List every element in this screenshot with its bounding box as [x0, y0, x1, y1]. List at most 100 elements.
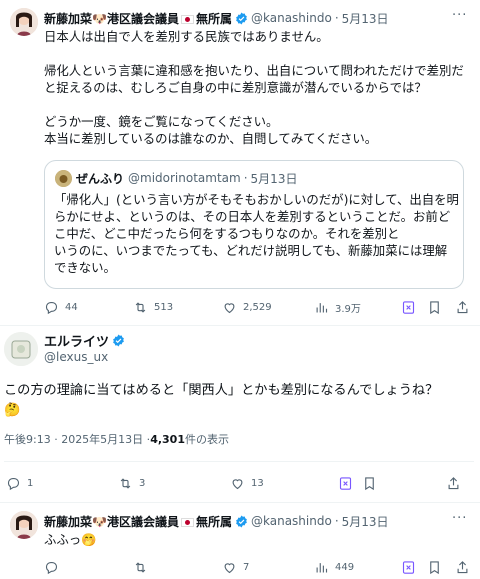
repost-button[interactable] — [133, 560, 148, 575]
grok-button[interactable] — [401, 300, 416, 315]
tweet-text: 日本人は出自で人を差別する民族ではありません。 帰化人という言葉に違和感を抱いた… — [44, 28, 469, 147]
quote-date: 5月13日 — [250, 171, 298, 186]
dog-emoji-icon: 🐶 — [92, 514, 107, 529]
quote-author-name: ぜんふり — [76, 171, 125, 186]
separator-dot: · — [334, 514, 339, 528]
share-button[interactable] — [455, 560, 470, 575]
avatar[interactable] — [10, 8, 38, 36]
post-date[interactable]: 5月13日 — [342, 513, 389, 530]
action-bar: 1 3 13 — [6, 475, 471, 491]
repost-icon — [135, 561, 146, 573]
heart-icon — [224, 562, 235, 573]
more-options-icon[interactable]: ··· — [452, 8, 467, 23]
reply-button[interactable]: 1 — [6, 476, 33, 491]
grok-button[interactable] — [401, 560, 416, 575]
tweet-header: 新藤加菜🐶港区議会議員 無所属 @kanashindo · 5月13日 — [44, 9, 389, 27]
separator-dot: · — [243, 171, 248, 185]
heart-icon — [224, 302, 235, 313]
share-icon — [448, 476, 459, 489]
share-button[interactable] — [455, 300, 470, 315]
post-date[interactable]: 5月13日 — [342, 10, 389, 27]
author-handle[interactable]: @lexus_ux — [44, 350, 108, 364]
like-button[interactable]: 13 — [230, 476, 264, 491]
bookmark-button[interactable] — [427, 300, 442, 315]
grok-icon — [339, 476, 352, 490]
quote-author-handle: @midorinotamtam — [128, 171, 241, 185]
views-count: 3.9万 — [335, 303, 361, 315]
repost-button[interactable]: 513 — [133, 300, 173, 315]
tweet-lexus-focused: エルライツ @lexus_ux この方の理論に当てはめると「関西人」とかも差別に… — [0, 326, 480, 496]
quote-avatar — [55, 170, 72, 187]
text-line: ふふっ — [44, 532, 82, 547]
like-count: 2,529 — [243, 301, 272, 313]
more-options-icon[interactable]: ··· — [452, 511, 467, 526]
quote-line: 「帰化人」(という言い方がそもそもおかしいのだが)に対して、出自を明 — [54, 192, 459, 207]
separator-dot: · — [334, 11, 339, 25]
tweet-header: エルライツ — [44, 331, 128, 350]
quote-line: らかにせよ、というのは、その日本人を差別するということだ。お前ど — [54, 209, 451, 224]
reply-button[interactable]: 44 — [44, 300, 78, 315]
views-total: 4,301 — [150, 432, 185, 446]
bookmark-icon — [365, 476, 374, 490]
tweet-text: ふふっ🤭 — [44, 531, 97, 548]
like-button[interactable]: 7 — [222, 560, 249, 575]
quote-line: こ中だ、どこ中だったら何をするつもりなのか。それを差別と — [54, 226, 400, 241]
tweet-kanashindo-main[interactable]: 新藤加菜🐶港区議会議員 無所属 @kanashindo · 5月13日 ··· 日… — [0, 0, 480, 325]
quote-line: いうのに、いつまでたっても、どれだけ説明しても、新藤加菜には理解 — [54, 243, 448, 258]
quote-header: ぜんふり @midorinotamtam · 5月13日 — [76, 169, 297, 187]
action-bar: 44 513 2,529 3.9万 — [44, 299, 469, 315]
heart-icon — [232, 478, 243, 489]
verified-badge-icon — [236, 515, 247, 527]
post-time[interactable]: 午後9:13 · 2025年5月13日 · — [4, 431, 150, 447]
divider — [4, 461, 474, 462]
tweet-header: 新藤加菜🐶港区議会議員 無所属 @kanashindo · 5月13日 — [44, 512, 389, 530]
views-count: 449 — [335, 561, 355, 573]
tweet-kanashindo-reply[interactable]: 新藤加菜🐶港区議会議員 無所属 @kanashindo · 5月13日 ··· ふ… — [0, 503, 480, 579]
avatar[interactable] — [10, 511, 38, 539]
handle-row: @lexus_ux — [44, 348, 108, 366]
author-name[interactable]: 新藤加菜🐶港区議会議員 無所属 — [44, 513, 232, 530]
grok-button[interactable] — [338, 476, 353, 491]
text-line: 帰化人という言葉に違和感を抱いたり、出自について問われただけで差別だ — [44, 63, 464, 78]
views-button[interactable]: 449 — [314, 560, 354, 575]
text-line: この方の理論に当てはめると「関西人」とかも差別になるんでしょうね？ — [4, 383, 439, 398]
repost-icon — [120, 477, 131, 489]
repost-count: 513 — [154, 301, 174, 313]
like-button[interactable]: 2,529 — [222, 300, 272, 315]
author-name[interactable]: 新藤加菜🐶港区議会議員 無所属 — [44, 10, 232, 27]
text-line: 日本人は出自で人を差別する民族ではありません。 — [44, 29, 329, 44]
grok-icon — [402, 300, 415, 314]
share-button[interactable] — [446, 476, 461, 491]
grok-icon — [402, 560, 415, 574]
thinking-emoji-icon: 🤔 — [4, 403, 21, 418]
text-line: と捉えるのは、むしろご自身の中に差別意識が潜んでいるからでは？ — [44, 80, 427, 95]
author-handle[interactable]: @kanashindo — [251, 11, 332, 25]
bookmark-button[interactable] — [362, 476, 377, 491]
text-line: 本当に差別しているのは誰なのか、自問してみてください。 — [44, 131, 378, 146]
author-handle[interactable]: @kanashindo — [251, 514, 332, 528]
views-button[interactable]: 3.9万 — [314, 300, 361, 315]
bookmark-icon — [430, 300, 439, 314]
views-label: 件の表示 — [184, 433, 229, 446]
action-bar: 7 449 — [44, 559, 469, 575]
text-line: どうか一度、鏡をご覧になってください。 — [44, 114, 279, 129]
tweet-text: この方の理論に当てはめると「関西人」とかも差別になるんでしょうね？ 🤔 — [4, 381, 474, 421]
japan-flag-icon — [180, 517, 194, 527]
avatar[interactable] — [4, 332, 38, 366]
verified-badge-icon — [113, 334, 124, 346]
views-icon — [316, 562, 328, 572]
reply-icon — [7, 477, 20, 490]
like-count: 13 — [251, 477, 264, 489]
bookmark-icon — [430, 560, 439, 574]
repost-button[interactable]: 3 — [118, 476, 145, 491]
quote-text: 「帰化人」(という言い方がそもそもおかしいのだが)に対して、出自を明 らかにせよ… — [54, 191, 459, 276]
reply-button[interactable] — [44, 560, 59, 575]
reply-count: 44 — [65, 301, 78, 313]
reply-count: 1 — [27, 477, 34, 489]
timestamp-row: 午後9:13 · 2025年5月13日 · 4,301 件の表示 — [4, 430, 229, 448]
bookmark-button[interactable] — [427, 560, 442, 575]
author-name[interactable]: エルライツ — [44, 331, 109, 350]
quoted-tweet[interactable]: ぜんふり @midorinotamtam · 5月13日 「帰化人」(という言い… — [44, 160, 464, 289]
share-icon — [457, 560, 468, 573]
japan-flag-icon — [180, 14, 194, 24]
